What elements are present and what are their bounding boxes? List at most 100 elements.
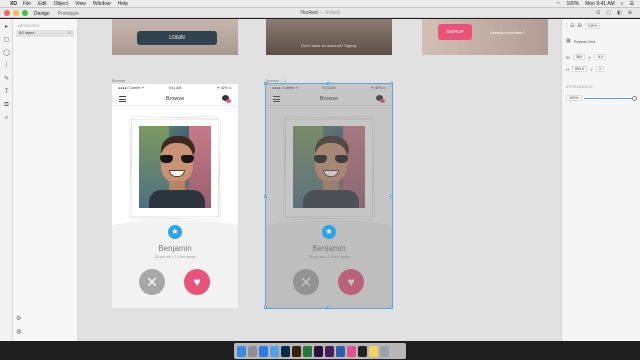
document-status: — Edited — [319, 10, 340, 16]
dock — [234, 343, 406, 359]
size-row: W 360 X -5.5 — [566, 54, 636, 60]
repeat-grid-label[interactable]: Repeat Grid — [574, 39, 596, 44]
document-name: Hooked — [300, 10, 318, 16]
app-menu[interactable]: XD — [10, 1, 17, 7]
search-icon[interactable]: ⌕ — [621, 1, 624, 7]
selection-handle[interactable] — [390, 82, 393, 85]
star-icon[interactable]: ★ — [168, 225, 182, 239]
layer-row[interactable]: BG layers 11 — [16, 30, 74, 37]
card-stack[interactable] — [129, 116, 221, 221]
artboard-label-browse[interactable]: Browse — [112, 78, 125, 83]
rectangle-tool-icon[interactable]: ▢ — [3, 37, 10, 44]
assets-icon[interactable]: ◍ — [16, 328, 21, 335]
artboard-signup-prompt[interactable]: Don't have an account? Signup — [266, 19, 392, 55]
muse-icon[interactable] — [325, 345, 334, 357]
xd-icon[interactable] — [314, 345, 323, 357]
artboard-signup[interactable]: SIGNUP Already a member? — [422, 19, 548, 55]
illustrator-icon[interactable] — [292, 345, 301, 357]
nav-bar: Browse — [112, 94, 238, 104]
menu-file[interactable]: File — [23, 1, 31, 7]
star-icon[interactable]: ★ — [322, 225, 336, 239]
layer-count: 11 — [67, 31, 71, 35]
login-button[interactable]: LOGIN — [137, 31, 217, 45]
wifi-icon[interactable]: ◠ — [556, 1, 560, 7]
menu-help[interactable]: Help — [118, 1, 128, 7]
zoom-icon[interactable]: ⊕ — [628, 10, 632, 16]
distribute-icon[interactable]: ⊟ — [570, 23, 574, 29]
align-icon[interactable]: ⫶ — [566, 23, 567, 29]
selection-handle[interactable] — [390, 195, 393, 198]
settings-icon[interactable]: ⚙ — [16, 315, 21, 322]
profile-name: Benjamin — [158, 244, 192, 253]
menu-edit[interactable]: Edit — [38, 1, 47, 7]
align-center-icon[interactable]: ⊞ — [577, 23, 581, 29]
design-canvas[interactable]: LOGIN Don't have an account? Signup SIGN… — [78, 19, 561, 341]
repeat-grid-icon[interactable]: ▦ — [566, 38, 571, 44]
artboard-login[interactable]: LOGIN — [112, 19, 238, 55]
itunes-icon[interactable] — [347, 345, 356, 357]
menu-object[interactable]: Object — [54, 1, 68, 7]
w-label: W — [566, 54, 570, 60]
excel-icon[interactable] — [303, 345, 312, 357]
notes-icon[interactable] — [369, 345, 378, 357]
pen-tool-icon[interactable]: ✎ — [3, 76, 10, 83]
device-preview-icon[interactable]: ▢ — [606, 10, 611, 16]
dislike-button[interactable]: ✕ — [139, 269, 165, 295]
layers-header: ARTBOARD — [18, 24, 40, 28]
preview-icon[interactable]: ⊡ — [596, 10, 600, 16]
ellipse-tool-icon[interactable]: ◯ — [3, 50, 10, 57]
mail-icon[interactable] — [270, 345, 279, 357]
selection-overlay[interactable] — [265, 83, 393, 309]
opacity-field[interactable]: 100% — [566, 95, 582, 101]
height-row: H 809.5 Y 0 — [566, 66, 636, 72]
select-tool-icon[interactable]: ▸ — [3, 24, 10, 31]
artboard-tool-icon[interactable]: ⧉ — [3, 102, 10, 109]
selection-handle[interactable] — [327, 306, 330, 309]
menu-view[interactable]: View — [75, 1, 86, 7]
divider — [112, 105, 238, 106]
text-tool-icon[interactable]: T — [3, 89, 10, 96]
layers-panel: ARTBOARD BG layers 11 ⚙ ◍ — [13, 19, 78, 341]
opacity-slider[interactable] — [584, 98, 634, 99]
zoom-field[interactable]: 100% — [584, 23, 601, 29]
x-label: X — [588, 54, 591, 60]
layer-label: BG layers — [19, 31, 35, 35]
y-field[interactable]: 0 — [596, 66, 605, 72]
battery-status[interactable]: 100% — [566, 1, 579, 7]
signup-prompt-text: Don't have an account? Signup — [301, 43, 357, 48]
menu-list-icon[interactable]: ☰ — [630, 1, 634, 7]
like-button[interactable]: ♥ — [184, 269, 210, 295]
menu-window[interactable]: Window — [93, 1, 111, 7]
selection-handle[interactable] — [264, 306, 267, 309]
share-icon[interactable]: ◧ — [617, 10, 622, 16]
launchpad-icon[interactable] — [248, 345, 257, 357]
menu-bar: XD File Edit Object View Window Help ◠ 1… — [0, 0, 640, 8]
terminal-icon[interactable] — [358, 345, 367, 357]
signup-button[interactable]: SIGNUP — [438, 24, 472, 40]
member-text: Already a member? — [490, 30, 525, 35]
titlebar-tools: ⊡ ▢ ◧ ⊕ — [596, 10, 632, 16]
width-field[interactable]: 360 — [572, 54, 586, 60]
zoom-tool-icon[interactable]: ⌕ — [3, 115, 10, 122]
height-field[interactable]: 809.5 — [571, 66, 588, 72]
word-icon[interactable] — [336, 345, 345, 357]
x-field[interactable]: -5.5 — [593, 54, 607, 60]
selection-handle[interactable] — [327, 82, 330, 85]
selection-handle[interactable] — [390, 306, 393, 309]
photoshop-icon[interactable] — [281, 345, 290, 357]
clock[interactable]: Mon 9:41 AM — [585, 1, 614, 7]
card-front[interactable] — [132, 120, 218, 216]
artboard-browse[interactable]: ●●●●○ Carrier ᯤ 9:41 AM ✦ 42% ▭ Browse ★… — [112, 84, 238, 308]
selection-handle[interactable] — [264, 82, 267, 85]
line-tool-icon[interactable]: / — [3, 63, 10, 70]
safari-icon[interactable] — [259, 345, 268, 357]
inspector-top-row: ⫶ ⊟ ⊞ 100% — [566, 23, 636, 29]
trash-icon[interactable] — [380, 345, 389, 357]
status-battery: ✦ 42% ▭ — [216, 86, 232, 90]
artboard-label-browse-1[interactable]: Browse – 1 — [266, 78, 286, 83]
chat-icon[interactable] — [222, 95, 231, 103]
selection-handle[interactable] — [264, 195, 267, 198]
opacity-slider-knob[interactable] — [632, 96, 637, 101]
finder-icon[interactable] — [237, 345, 246, 357]
document-title: Hooked — Edited — [0, 10, 640, 16]
